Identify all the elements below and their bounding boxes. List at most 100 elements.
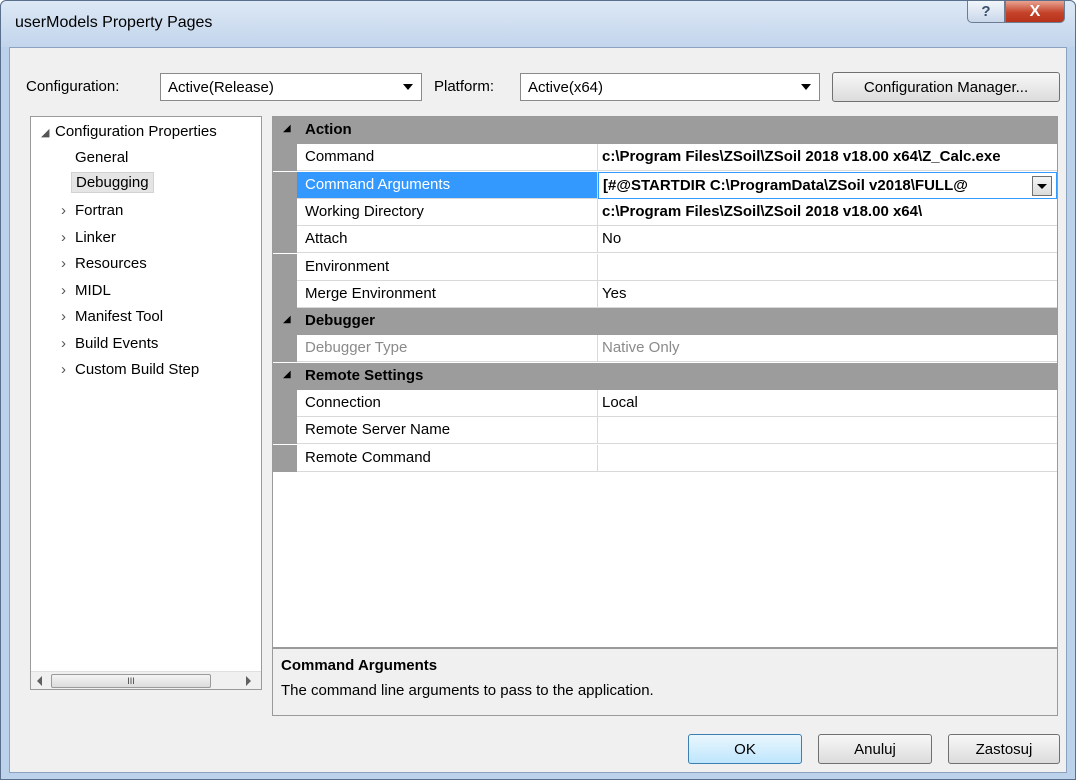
tree-item-fortran[interactable]: › Fortran bbox=[61, 202, 123, 219]
tree-item-general[interactable]: General bbox=[75, 149, 128, 166]
cancel-button[interactable]: Anuluj bbox=[818, 734, 932, 764]
collapse-triangle-icon[interactable]: ◢ bbox=[41, 126, 55, 139]
configuration-manager-button[interactable]: Configuration Manager... bbox=[832, 72, 1060, 102]
title-bar[interactable]: userModels Property Pages ? X bbox=[1, 1, 1075, 47]
property-row[interactable]: Debugger Type Native Only bbox=[273, 335, 1057, 363]
platform-dropdown[interactable]: Active(x64) bbox=[520, 73, 820, 101]
property-name[interactable]: Merge Environment bbox=[297, 280, 598, 308]
property-value[interactable] bbox=[598, 254, 1057, 281]
close-icon[interactable]: X bbox=[1005, 1, 1065, 23]
tree-item-custom-build-step[interactable]: › Custom Build Step bbox=[61, 361, 199, 378]
row-gutter bbox=[273, 226, 297, 254]
configuration-label: Configuration: bbox=[26, 78, 120, 95]
row-gutter bbox=[273, 280, 297, 308]
row-gutter bbox=[273, 335, 297, 363]
property-value-text: [#@STARTDIR C:\ProgramData\ZSoil v2018\F… bbox=[603, 176, 968, 194]
property-value[interactable]: Yes bbox=[598, 281, 1057, 308]
expand-chevron-icon[interactable]: › bbox=[61, 308, 75, 325]
property-name[interactable]: Command Arguments bbox=[297, 171, 598, 199]
tree-item-label: Custom Build Step bbox=[75, 361, 200, 378]
category-action[interactable]: ◢ Action bbox=[273, 117, 1057, 144]
property-row[interactable]: Remote Server Name bbox=[273, 417, 1057, 445]
scroll-thumb[interactable]: III bbox=[51, 674, 211, 688]
expand-chevron-icon[interactable]: › bbox=[61, 202, 75, 219]
tree-root[interactable]: ◢ Configuration Properties bbox=[41, 123, 217, 140]
property-name[interactable]: Remote Command bbox=[297, 444, 598, 472]
help-glyph: ? bbox=[981, 3, 991, 20]
tree-item-label: General bbox=[75, 149, 129, 166]
category-label: Debugger bbox=[305, 312, 376, 330]
property-row[interactable]: Connection Local bbox=[273, 390, 1057, 417]
chevron-down-icon bbox=[403, 84, 413, 90]
help-icon[interactable]: ? bbox=[967, 1, 1005, 23]
configuration-value: Active(Release) bbox=[168, 78, 274, 96]
collapse-triangle-icon[interactable]: ◢ bbox=[283, 314, 291, 325]
property-value[interactable]: [#@STARTDIR C:\ProgramData\ZSoil v2018\F… bbox=[598, 171, 1057, 199]
apply-button[interactable]: Zastosuj bbox=[948, 734, 1060, 764]
property-row[interactable]: Merge Environment Yes bbox=[273, 280, 1057, 308]
property-grid[interactable]: ◢ Action Command c:\Program Files\ZSoil\ZSo… bbox=[272, 116, 1058, 648]
property-value[interactable]: c:\Program Files\ZSoil\ZSoil 2018 v18.00… bbox=[598, 199, 1057, 226]
property-value[interactable]: Native Only bbox=[598, 335, 1057, 363]
property-row[interactable]: Remote Command bbox=[273, 444, 1057, 472]
property-value-text: Yes bbox=[602, 284, 627, 302]
platform-label: Platform: bbox=[434, 78, 495, 95]
property-name[interactable]: Environment bbox=[297, 253, 598, 281]
tree-item-label: Fortran bbox=[75, 202, 124, 219]
category-debugger[interactable]: ◢ Debugger bbox=[273, 308, 1057, 336]
row-gutter bbox=[273, 198, 297, 226]
category-remote-settings[interactable]: ◢ Remote Settings bbox=[273, 362, 1057, 390]
property-value[interactable] bbox=[598, 417, 1057, 445]
property-value[interactable]: No bbox=[598, 226, 1057, 254]
tree-item-manifest-tool[interactable]: › Manifest Tool bbox=[61, 308, 163, 325]
description-title: Command Arguments bbox=[281, 657, 438, 674]
scroll-right-icon[interactable] bbox=[246, 676, 251, 686]
ok-button[interactable]: OK bbox=[688, 734, 802, 764]
property-row[interactable]: Command c:\Program Files\ZSoil\ZSoil 2018… bbox=[273, 144, 1057, 172]
property-name[interactable]: Working Directory bbox=[297, 198, 598, 226]
configuration-dropdown[interactable]: Active(Release) bbox=[160, 73, 422, 101]
tree-item-midl[interactable]: › MIDL bbox=[61, 282, 111, 299]
tree-item-linker[interactable]: › Linker bbox=[61, 229, 116, 246]
tree-item-build-events[interactable]: › Build Events bbox=[61, 335, 158, 352]
tree-item-resources[interactable]: › Resources bbox=[61, 255, 147, 272]
property-row[interactable]: Attach No bbox=[273, 226, 1057, 254]
category-label: Remote Settings bbox=[305, 366, 424, 384]
collapse-triangle-icon[interactable]: ◢ bbox=[283, 123, 291, 134]
property-name[interactable]: Command bbox=[297, 144, 598, 172]
property-value-text: Native Only bbox=[602, 339, 680, 357]
row-gutter bbox=[273, 144, 297, 172]
expand-chevron-icon[interactable]: › bbox=[61, 282, 75, 299]
config-tree[interactable]: ◢ Configuration Properties General Debuggi… bbox=[30, 116, 262, 690]
property-value[interactable] bbox=[598, 445, 1057, 472]
expand-chevron-icon[interactable]: › bbox=[61, 361, 75, 378]
property-row[interactable]: Command Arguments [#@STARTDIR C:\ProgramD… bbox=[273, 171, 1057, 199]
property-row[interactable]: Working Directory c:\Program Files\ZSoil\… bbox=[273, 198, 1057, 226]
expand-chevron-icon[interactable]: › bbox=[61, 255, 75, 272]
property-name[interactable]: Connection bbox=[297, 390, 598, 417]
row-gutter bbox=[273, 444, 297, 472]
row-gutter bbox=[273, 417, 297, 445]
collapse-triangle-icon[interactable]: ◢ bbox=[283, 369, 291, 380]
tree-item-debugging[interactable]: Debugging bbox=[71, 171, 154, 193]
horizontal-scrollbar[interactable]: III bbox=[31, 671, 261, 689]
platform-value: Active(x64) bbox=[528, 78, 604, 96]
expand-chevron-icon[interactable]: › bbox=[61, 229, 75, 246]
tree-item-label: Resources bbox=[75, 255, 147, 272]
row-gutter bbox=[273, 390, 297, 417]
property-name[interactable]: Attach bbox=[297, 226, 598, 254]
tree-root-label: Configuration Properties bbox=[55, 123, 217, 140]
scroll-left-icon[interactable] bbox=[37, 676, 42, 686]
dialog-client: Configuration: Active(Release) Platform:… bbox=[9, 47, 1067, 773]
scroll-thumb-grip: III bbox=[127, 676, 135, 686]
property-value[interactable]: c:\Program Files\ZSoil\ZSoil 2018 v18.00… bbox=[598, 144, 1057, 172]
tree-item-label: MIDL bbox=[75, 281, 111, 299]
property-value[interactable]: Local bbox=[598, 390, 1057, 417]
property-pages-window: userModels Property Pages ? X Configurat… bbox=[0, 0, 1076, 780]
expand-chevron-icon[interactable]: › bbox=[61, 335, 75, 352]
property-row[interactable]: Environment bbox=[273, 253, 1057, 281]
property-name[interactable]: Remote Server Name bbox=[297, 417, 598, 445]
window-title: userModels Property Pages bbox=[15, 14, 213, 31]
property-name[interactable]: Debugger Type bbox=[297, 335, 598, 363]
value-dropdown-button[interactable] bbox=[1032, 175, 1052, 196]
